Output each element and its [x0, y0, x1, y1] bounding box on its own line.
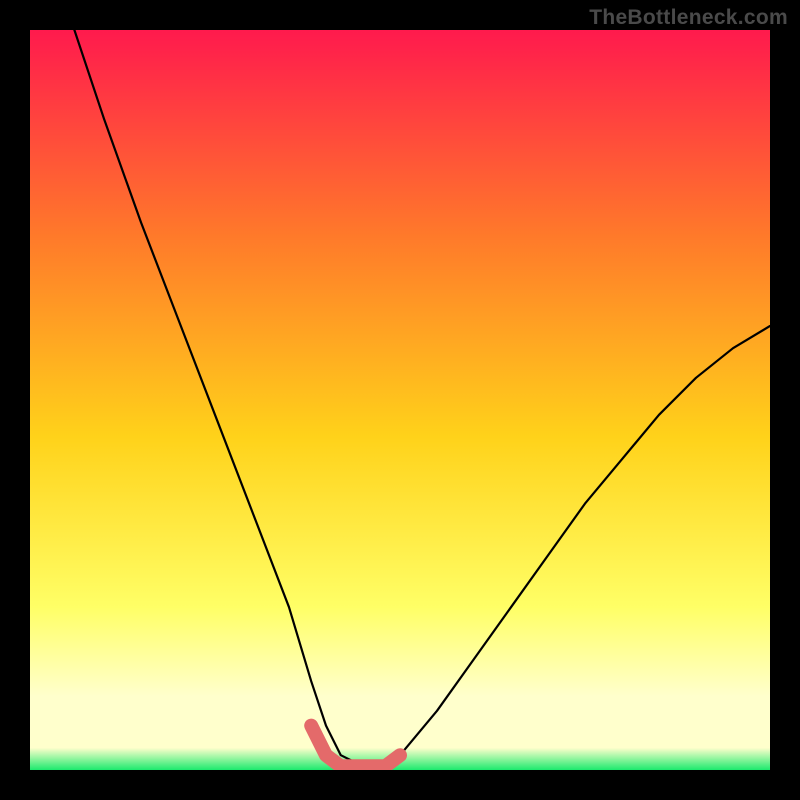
- bottleneck-chart: [30, 30, 770, 770]
- gradient-background: [30, 30, 770, 770]
- watermark-text: TheBottleneck.com: [589, 6, 788, 30]
- chart-frame: TheBottleneck.com: [0, 0, 800, 800]
